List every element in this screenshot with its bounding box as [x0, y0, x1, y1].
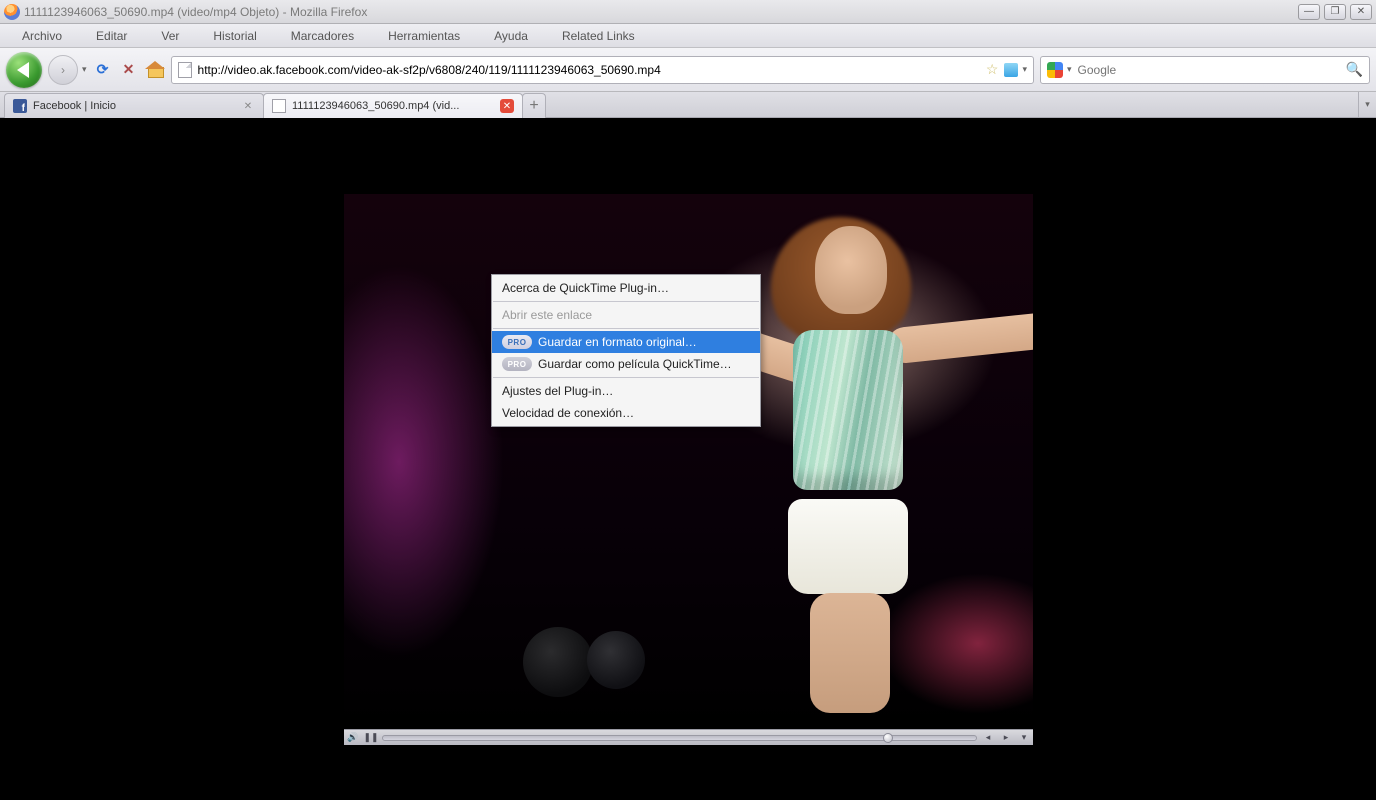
- ctx-save-quicktime-movie[interactable]: PRO Guardar como película QuickTime…: [492, 353, 760, 375]
- back-button[interactable]: [6, 52, 42, 88]
- home-button[interactable]: [145, 60, 165, 80]
- tab-bar: Facebook | Inicio ✕ 1111123946063_50690.…: [0, 92, 1376, 118]
- progress-thumb[interactable]: [883, 733, 893, 743]
- volume-icon[interactable]: 🔊: [346, 732, 360, 744]
- menu-editar[interactable]: Editar: [80, 27, 143, 45]
- google-icon[interactable]: [1047, 62, 1063, 78]
- tab-close-button[interactable]: ✕: [500, 99, 514, 113]
- facebook-favicon: [13, 99, 27, 113]
- content-area: 🔊 ❚❚ ◂ ▸ ▾ Acerca de QuickTime Plug-in… …: [0, 118, 1376, 800]
- history-dropdown-icon[interactable]: ▾: [82, 64, 87, 75]
- ctx-open-link: Abrir este enlace: [492, 304, 760, 326]
- window-controls: — ❐ ✕: [1298, 4, 1372, 20]
- pro-badge-icon: PRO: [502, 357, 532, 371]
- menu-marcadores[interactable]: Marcadores: [275, 27, 370, 45]
- separator: [493, 328, 759, 329]
- close-button[interactable]: ✕: [1350, 4, 1372, 20]
- tab-video[interactable]: 1111123946063_50690.mp4 (vid... ✕: [263, 93, 523, 118]
- titlebar: 1111123946063_50690.mp4 (video/mp4 Objet…: [0, 0, 1376, 24]
- separator: [493, 301, 759, 302]
- page-favicon: [272, 99, 286, 113]
- tab-label: Facebook | Inicio: [33, 100, 116, 112]
- twitter-icon[interactable]: [1004, 63, 1018, 77]
- tab-label: 1111123946063_50690.mp4 (vid...: [292, 100, 459, 112]
- quicktime-menu-button[interactable]: ▾: [1017, 732, 1031, 744]
- forward-button[interactable]: [48, 55, 78, 85]
- pause-button[interactable]: ❚❚: [364, 732, 378, 744]
- maximize-button[interactable]: ❐: [1324, 4, 1346, 20]
- url-dropdown-icon[interactable]: ▾: [1022, 64, 1027, 75]
- page-favicon: [178, 62, 192, 78]
- separator: [493, 377, 759, 378]
- tab-close-button[interactable]: ✕: [241, 99, 255, 113]
- search-icon[interactable]: 🔍: [1346, 61, 1363, 78]
- bookmark-star-icon[interactable]: ☆: [986, 61, 999, 78]
- menu-ver[interactable]: Ver: [145, 27, 195, 45]
- menu-historial[interactable]: Historial: [197, 27, 272, 45]
- pro-badge-icon: PRO: [502, 335, 532, 349]
- step-back-button[interactable]: ◂: [981, 732, 995, 744]
- search-engine-dropdown-icon[interactable]: ▾: [1067, 64, 1072, 75]
- menu-archivo[interactable]: Archivo: [6, 27, 78, 45]
- menubar: Archivo Editar Ver Historial Marcadores …: [0, 24, 1376, 48]
- firefox-icon: [4, 4, 20, 20]
- ctx-save-source[interactable]: PRO Guardar en formato original…: [492, 331, 760, 353]
- menu-ayuda[interactable]: Ayuda: [478, 27, 544, 45]
- search-input[interactable]: [1078, 63, 1340, 77]
- reload-button[interactable]: ⟳: [93, 60, 113, 80]
- quicktime-controls: 🔊 ❚❚ ◂ ▸ ▾: [344, 729, 1033, 745]
- new-tab-button[interactable]: +: [522, 93, 546, 118]
- ctx-connection-speed[interactable]: Velocidad de conexión…: [492, 402, 760, 424]
- window-title: 1111123946063_50690.mp4 (video/mp4 Objet…: [24, 5, 367, 19]
- minimize-button[interactable]: —: [1298, 4, 1320, 20]
- ctx-plugin-settings[interactable]: Ajustes del Plug-in…: [492, 380, 760, 402]
- context-menu: Acerca de QuickTime Plug-in… Abrir este …: [491, 274, 761, 427]
- step-forward-button[interactable]: ▸: [999, 732, 1013, 744]
- nav-toolbar: ▾ ⟳ ✕ ☆ ▾ ▾ 🔍: [0, 48, 1376, 92]
- tab-list-button[interactable]: ▾: [1358, 92, 1376, 117]
- stop-button[interactable]: ✕: [119, 60, 139, 80]
- url-bar[interactable]: ☆ ▾: [171, 56, 1034, 84]
- menu-related-links[interactable]: Related Links: [546, 27, 651, 45]
- drums-graphic: [523, 607, 703, 697]
- search-bar[interactable]: ▾ 🔍: [1040, 56, 1370, 84]
- progress-track[interactable]: [382, 735, 977, 741]
- tab-facebook[interactable]: Facebook | Inicio ✕: [4, 93, 264, 118]
- url-input[interactable]: [198, 63, 980, 77]
- ctx-about-quicktime[interactable]: Acerca de QuickTime Plug-in…: [492, 277, 760, 299]
- menu-herramientas[interactable]: Herramientas: [372, 27, 476, 45]
